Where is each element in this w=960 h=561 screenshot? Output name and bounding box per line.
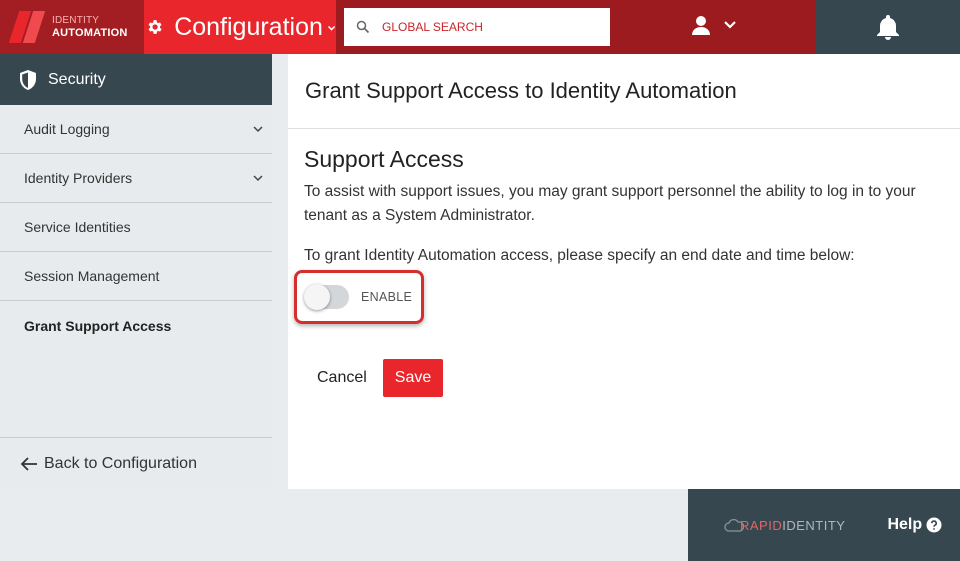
global-search[interactable] xyxy=(344,8,610,46)
sidebar-item-service-identities[interactable]: Service Identities xyxy=(0,203,272,252)
chevron-down-icon xyxy=(327,25,336,31)
main-panel: Grant Support Access to Identity Automat… xyxy=(288,54,960,489)
section-title: Support Access xyxy=(304,146,464,172)
brand-part2: IDENTITY xyxy=(782,517,846,533)
sidebar-item-label: Audit Logging xyxy=(24,121,110,137)
chevron-down-icon xyxy=(253,175,263,182)
configuration-menu[interactable]: Configuration xyxy=(144,0,336,54)
help-label: Help xyxy=(887,516,923,533)
sidebar-item-label: Service Identities xyxy=(24,219,131,235)
search-input[interactable] xyxy=(382,20,602,34)
back-link-label: Back to Configuration xyxy=(44,454,197,472)
logo-line1: IDENTITY xyxy=(52,15,100,26)
gear-icon xyxy=(148,20,162,34)
sidebar-header: Security xyxy=(0,54,272,105)
sidebar: Security Audit Logging Identity Provider… xyxy=(0,54,272,489)
page-title: Grant Support Access to Identity Automat… xyxy=(288,54,960,129)
chevron-down-icon xyxy=(253,126,263,133)
help-button[interactable]: Help xyxy=(887,516,942,534)
arrow-left-icon xyxy=(20,456,37,471)
notifications-button[interactable] xyxy=(816,0,960,54)
sidebar-section-title: Security xyxy=(48,70,106,88)
footer-bar: RAPID IDENTITY Help xyxy=(688,489,960,561)
sidebar-item-label: Identity Providers xyxy=(24,170,133,186)
sidebar-item-label: Grant Support Access xyxy=(24,317,172,334)
save-button[interactable]: Save xyxy=(383,359,443,397)
sidebar-item-audit-logging[interactable]: Audit Logging xyxy=(0,105,272,154)
sidebar-item-session-management[interactable]: Session Management xyxy=(0,252,272,301)
user-icon xyxy=(692,16,710,35)
logo-text: IDENTITY AUTOMATION xyxy=(52,15,128,39)
rapididentity-logo: RAPID IDENTITY xyxy=(724,518,845,533)
section-description: To assist with support issues, you may g… xyxy=(304,183,916,224)
instruction-text: To grant Identity Automation access, ple… xyxy=(304,247,855,264)
search-icon xyxy=(356,20,370,34)
back-to-configuration-link[interactable]: Back to Configuration xyxy=(0,437,272,489)
question-circle-icon xyxy=(926,517,942,533)
cancel-button[interactable]: Cancel xyxy=(306,359,378,397)
enable-toggle[interactable] xyxy=(304,284,349,310)
bell-icon xyxy=(877,15,899,40)
user-menu[interactable] xyxy=(690,14,738,36)
chevron-down-icon xyxy=(724,21,736,29)
app-title: Configuration xyxy=(174,12,323,41)
logo-line2: AUTOMATION xyxy=(52,27,128,39)
identity-automation-logo[interactable]: IDENTITY AUTOMATION xyxy=(0,0,144,54)
sidebar-item-identity-providers[interactable]: Identity Providers xyxy=(0,154,272,203)
brand-part1: RAPID xyxy=(740,517,783,533)
toggle-knob xyxy=(304,284,330,310)
top-bar: IDENTITY AUTOMATION Configuration xyxy=(0,0,960,54)
logo-mark-icon xyxy=(8,11,48,43)
enable-toggle-highlight: ENABLE xyxy=(294,270,424,324)
toggle-label: ENABLE xyxy=(361,290,413,304)
shield-icon xyxy=(20,69,36,90)
sidebar-item-grant-support-access[interactable]: Grant Support Access xyxy=(0,301,272,350)
sidebar-item-label: Session Management xyxy=(24,268,160,284)
